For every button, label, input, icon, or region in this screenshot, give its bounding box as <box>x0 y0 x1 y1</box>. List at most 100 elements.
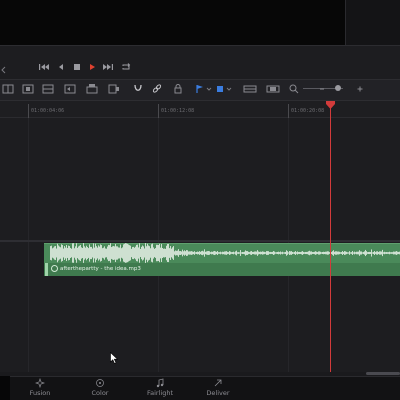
ruler-tick <box>28 104 29 118</box>
waveform-sample <box>324 251 325 255</box>
fit-to-fill-icon[interactable] <box>64 82 76 96</box>
waveform-sample <box>206 251 207 255</box>
waveform-sample <box>66 244 67 262</box>
loop-button[interactable] <box>120 61 132 73</box>
page-tab-fusion[interactable]: Fusion <box>22 376 58 400</box>
waveform-sample <box>71 248 72 258</box>
waveform-sample <box>172 247 173 259</box>
waveform-sample <box>319 251 320 255</box>
append-to-end-icon[interactable] <box>108 82 120 96</box>
waveform-sample <box>311 251 312 255</box>
waveform-sample <box>212 251 213 255</box>
waveform-sample <box>181 251 182 255</box>
waveform-sample <box>308 251 309 255</box>
viewer-panel[interactable] <box>0 0 345 45</box>
zoom-full-icon[interactable] <box>243 82 257 96</box>
zoom-out-icon[interactable] <box>318 82 326 96</box>
playhead-handle[interactable] <box>326 101 335 109</box>
waveform-sample <box>320 251 321 255</box>
waveform-sample <box>114 246 115 260</box>
snapping-icon[interactable] <box>132 82 144 96</box>
waveform-sample <box>336 251 337 255</box>
waveform-sample <box>285 251 286 255</box>
waveform-sample <box>231 252 232 254</box>
video-track-area[interactable] <box>0 118 400 240</box>
zoom-detail-icon[interactable] <box>266 82 280 96</box>
page-tab-fairlight[interactable]: Fairlight <box>140 376 180 400</box>
play-reverse-button[interactable] <box>55 61 67 73</box>
timeline-scrollbar-thumb[interactable] <box>366 372 400 375</box>
waveform-sample <box>380 251 381 255</box>
waveform-sample <box>347 252 348 254</box>
page-tab-color[interactable]: Color <box>82 376 118 400</box>
replace-clip-icon[interactable] <box>42 82 54 96</box>
waveform-sample <box>359 250 360 256</box>
waveform-sample <box>303 251 304 255</box>
audio-clip-name: afterthepartty - the idea.mp3 <box>60 266 141 272</box>
waveform-sample <box>256 251 257 255</box>
waveform-sample <box>276 252 277 254</box>
waveform-sample <box>68 245 69 261</box>
waveform-sample <box>176 250 177 256</box>
waveform-sample <box>109 245 110 261</box>
insert-clip-icon[interactable] <box>2 82 14 96</box>
waveform-sample <box>216 251 217 255</box>
play-button[interactable] <box>86 61 98 73</box>
waveform-sample <box>214 250 215 256</box>
waveform-sample <box>191 251 192 255</box>
ruler-tick <box>288 104 289 118</box>
inspector-panel[interactable] <box>345 0 400 45</box>
jump-to-end-button[interactable] <box>102 61 114 73</box>
ruler-tick <box>158 104 159 118</box>
waveform-sample <box>261 251 262 255</box>
link-icon[interactable] <box>151 82 163 96</box>
waveform-sample <box>108 244 109 262</box>
waveform-sample <box>121 248 122 258</box>
waveform-sample <box>148 245 149 261</box>
waveform-sample <box>187 250 188 256</box>
flag-dropdown-chevron-down-icon[interactable] <box>206 82 212 96</box>
waveform-sample <box>266 251 267 255</box>
mouse-cursor-icon <box>110 352 118 364</box>
jump-to-start-button[interactable] <box>38 61 50 73</box>
waveform-sample <box>184 250 185 256</box>
playhead-line[interactable] <box>330 104 331 372</box>
waveform-sample <box>318 251 319 255</box>
lock-icon[interactable] <box>172 82 184 96</box>
waveform-sample <box>102 248 103 258</box>
waveform-sample <box>141 246 142 260</box>
fairlight-icon <box>156 378 164 388</box>
waveform-sample <box>245 250 246 256</box>
marker-dropdown-chevron-down-icon[interactable] <box>226 82 232 96</box>
flag-icon[interactable] <box>195 82 205 96</box>
fusion-icon <box>35 378 45 388</box>
stop-button[interactable] <box>71 61 83 73</box>
waveform-sample <box>239 252 240 254</box>
waveform-sample <box>358 251 359 255</box>
waveform-sample <box>210 252 211 254</box>
zoom-slider-knob[interactable] <box>335 85 341 91</box>
chevron-left-icon[interactable] <box>0 61 8 74</box>
zoom-custom-icon[interactable] <box>288 82 300 96</box>
waveform-sample <box>58 245 59 261</box>
waveform-sample <box>339 251 340 255</box>
waveform-sample <box>348 252 349 254</box>
waveform-sample <box>388 252 389 254</box>
waveform-sample <box>175 250 176 256</box>
place-on-top-icon[interactable] <box>86 82 98 96</box>
page-tab-deliver[interactable]: Deliver <box>200 376 236 400</box>
waveform-sample <box>221 252 222 254</box>
track-divider[interactable] <box>0 240 400 242</box>
waveform-sample <box>237 252 238 254</box>
waveform-sample <box>316 251 317 255</box>
waveform-sample <box>343 252 344 254</box>
waveform-sample <box>397 251 398 255</box>
waveform-sample <box>146 246 147 260</box>
overwrite-clip-icon[interactable] <box>22 82 34 96</box>
audio-clip-icon <box>51 265 58 272</box>
marker-icon[interactable] <box>215 82 225 96</box>
zoom-in-icon[interactable] <box>356 82 364 96</box>
waveform-sample <box>151 244 152 262</box>
waveform-sample <box>312 252 313 254</box>
waveform-sample <box>130 245 131 261</box>
